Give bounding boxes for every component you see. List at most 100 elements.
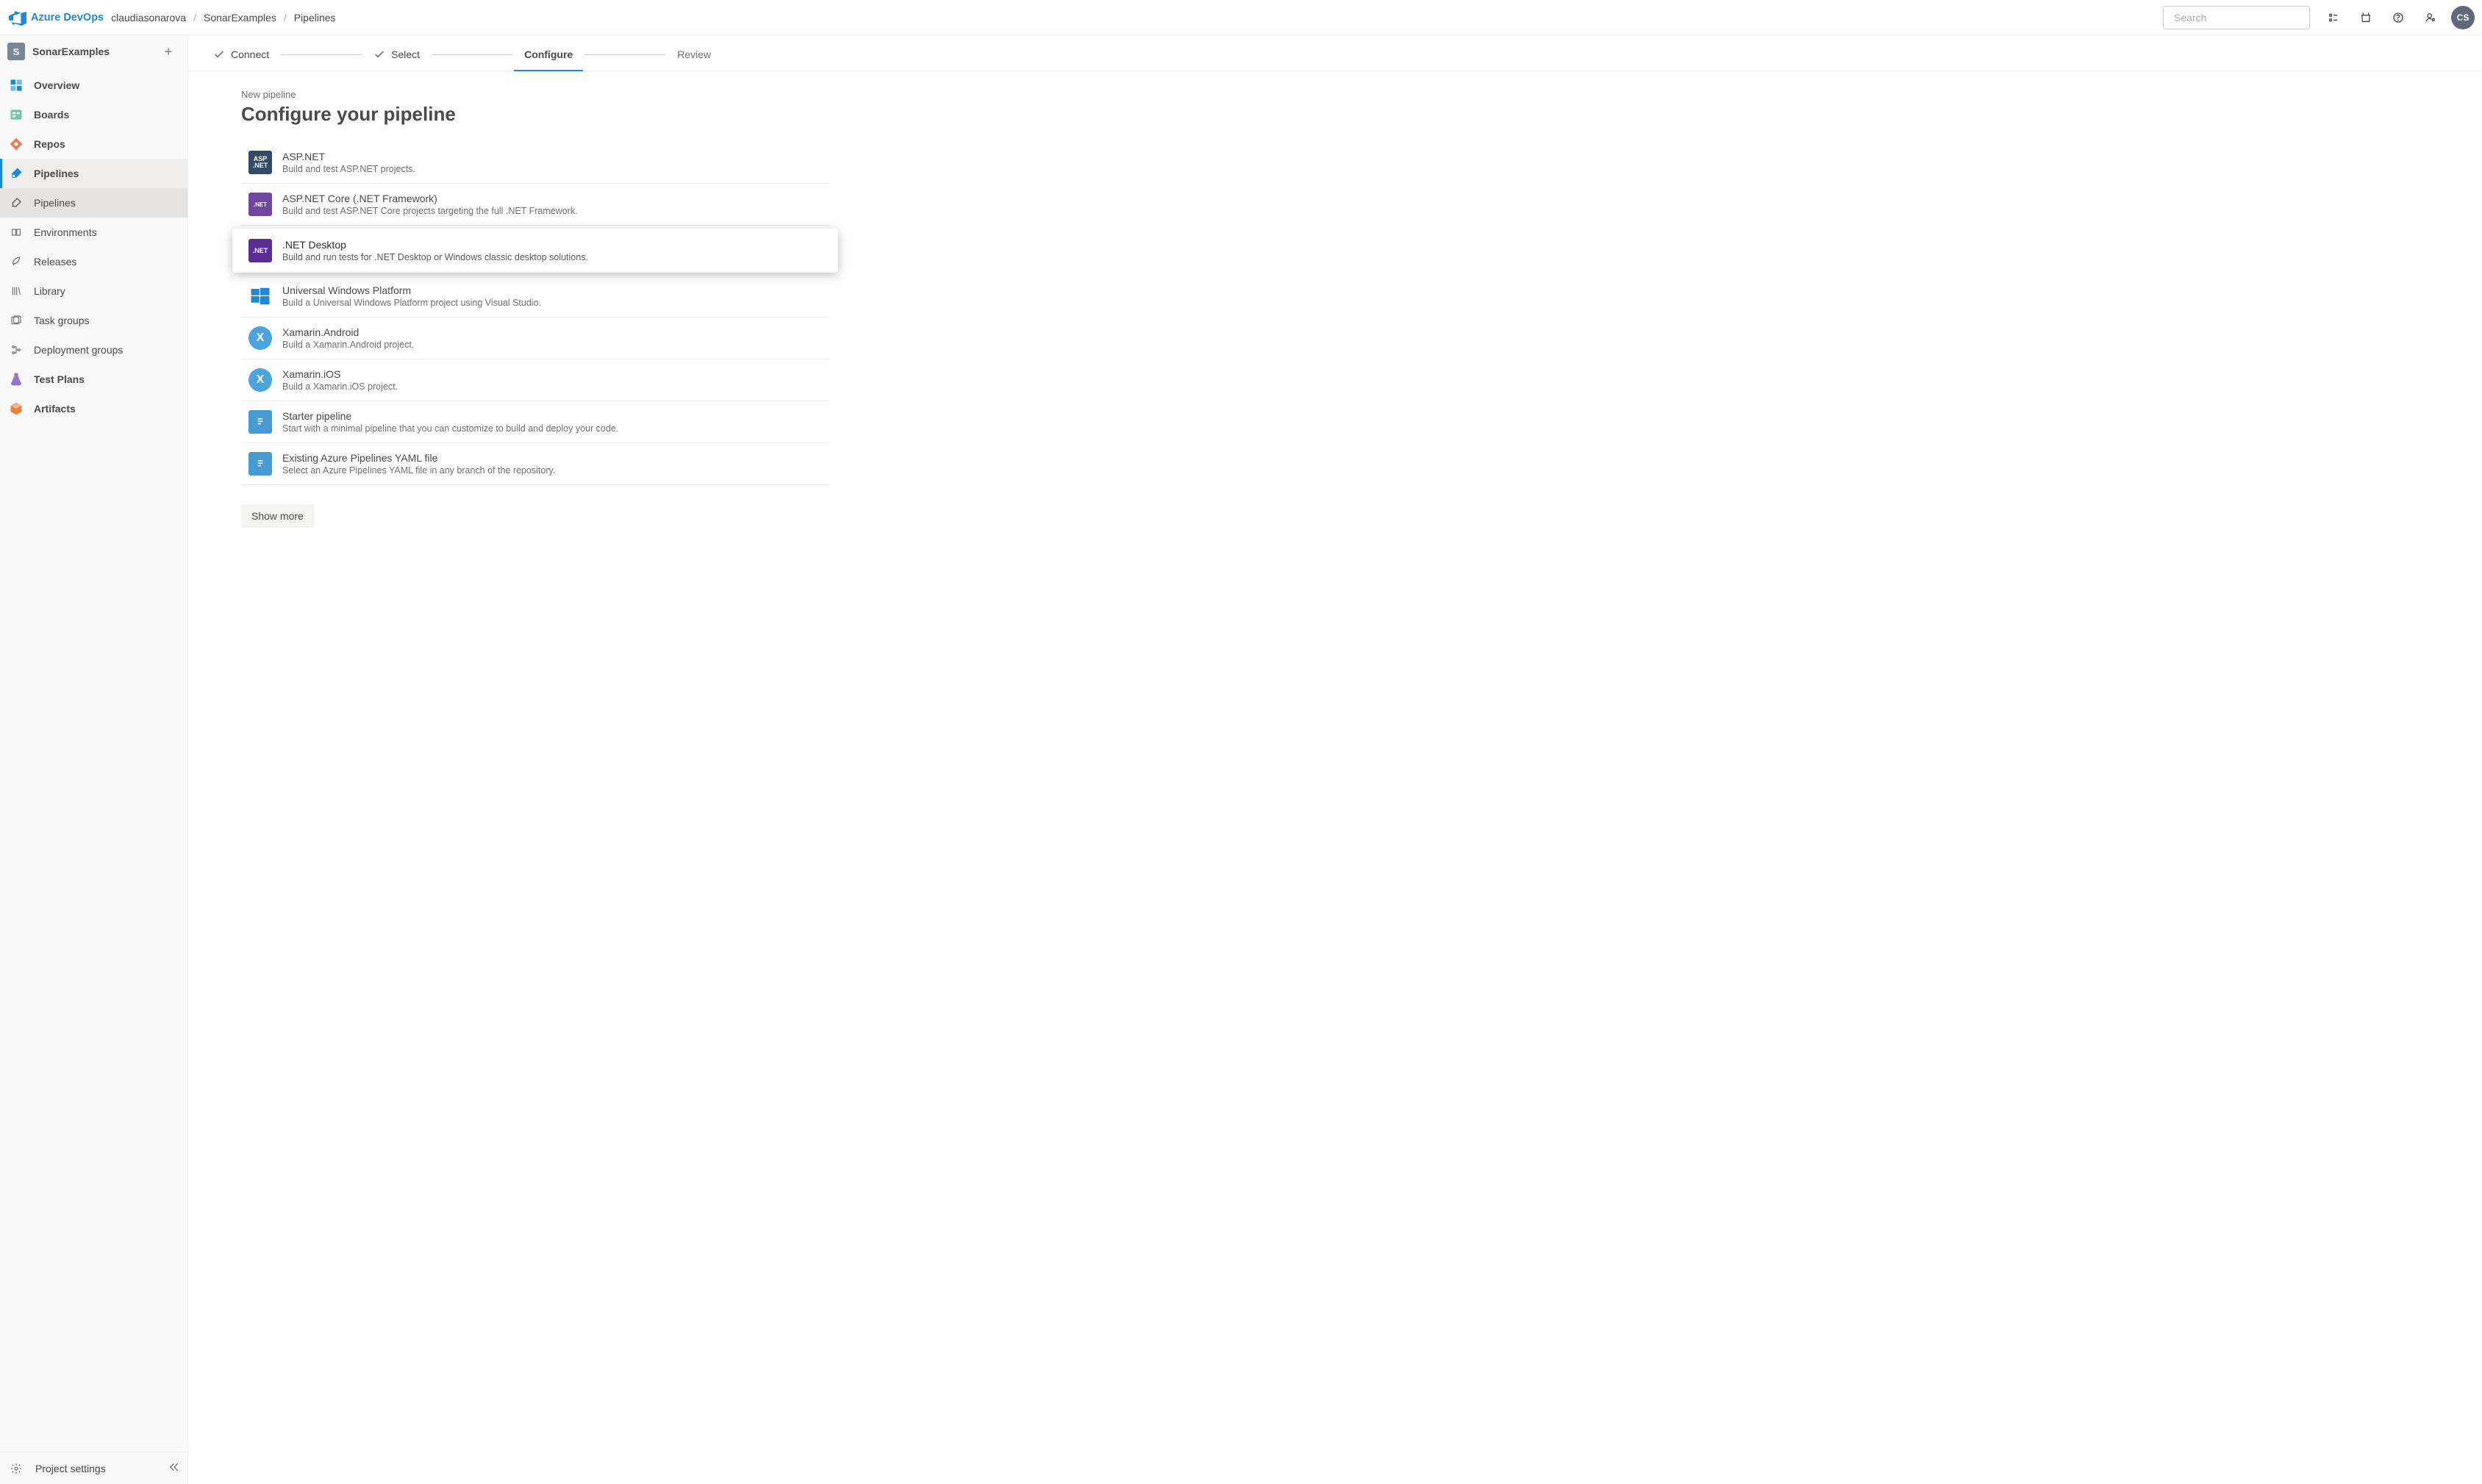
page-title: Configure your pipeline <box>241 103 2429 126</box>
deployment-groups-icon <box>7 341 25 359</box>
sidebar-item-label: Environments <box>34 226 97 238</box>
sidebar-footer: Project settings <box>0 1452 187 1484</box>
template-title: Xamarin.iOS <box>282 368 398 380</box>
avatar[interactable]: CS <box>2451 6 2475 29</box>
wizard-step-label: Configure <box>524 49 573 60</box>
template-aspnet[interactable]: ASP.NET ASP.NET Build and test ASP.NET p… <box>241 142 829 184</box>
wizard-step-connect[interactable]: Connect <box>203 41 279 71</box>
sidebar-subitem-pipelines[interactable]: Pipelines <box>0 188 187 218</box>
work-items-icon[interactable] <box>2319 3 2348 32</box>
xamarin-icon: X <box>248 326 272 350</box>
breadcrumb-project[interactable]: SonarExamples <box>204 12 276 24</box>
wizard-separator <box>281 54 362 55</box>
sidebar-item-label: Test Plans <box>34 373 85 385</box>
overview-icon <box>7 76 25 94</box>
template-desc: Build a Universal Windows Platform proje… <box>282 298 541 308</box>
template-title: ASP.NET <box>282 151 415 162</box>
template-uwp[interactable]: Universal Windows Platform Build a Unive… <box>241 276 829 318</box>
page-overline: New pipeline <box>241 89 2429 100</box>
sidebar-item-test-plans[interactable]: Test Plans <box>0 365 187 394</box>
sidebar-subitem-deployment-groups[interactable]: Deployment groups <box>0 335 187 365</box>
content: New pipeline Configure your pipeline ASP… <box>188 71 2482 545</box>
yaml-pipeline-icon <box>248 452 272 476</box>
check-icon <box>373 49 385 60</box>
repos-icon <box>7 135 25 153</box>
sidebar-subitem-environments[interactable]: Environments <box>0 218 187 247</box>
sidebar-item-overview[interactable]: Overview <box>0 71 187 100</box>
template-title: ASP.NET Core (.NET Framework) <box>282 193 578 204</box>
template-desc: Start with a minimal pipeline that you c… <box>282 423 618 434</box>
template-desc: Select an Azure Pipelines YAML file in a… <box>282 465 555 476</box>
sidebar: S SonarExamples Overview Boards Repos Pi… <box>0 35 188 1484</box>
show-more-button[interactable]: Show more <box>241 504 314 528</box>
pipelines-subnav: Pipelines Environments Releases Library … <box>0 188 187 365</box>
environments-icon <box>7 223 25 241</box>
sidebar-item-label: Library <box>34 285 65 297</box>
help-icon[interactable] <box>2383 3 2413 32</box>
wizard-step-label: Review <box>677 49 711 60</box>
project-name: SonarExamples <box>32 46 160 57</box>
template-aspnet-core[interactable]: .NET ASP.NET Core (.NET Framework) Build… <box>241 184 829 226</box>
template-net-desktop[interactable]: .NET .NET Desktop Build and run tests fo… <box>232 229 838 273</box>
pipelines-sub-icon <box>7 194 25 212</box>
sidebar-subitem-task-groups[interactable]: Task groups <box>0 306 187 335</box>
releases-icon <box>7 253 25 270</box>
wizard-separator <box>584 54 665 55</box>
search-box[interactable] <box>2163 6 2310 29</box>
wizard: Connect Select Configure Review <box>188 35 2482 71</box>
breadcrumb-separator-icon: / <box>193 12 196 24</box>
breadcrumb-section[interactable]: Pipelines <box>294 12 336 24</box>
template-existing-yaml[interactable]: Existing Azure Pipelines YAML file Selec… <box>241 443 829 485</box>
topbar: Azure DevOps claudiasonarova / SonarExam… <box>0 0 2482 35</box>
sidebar-item-label: Deployment groups <box>34 344 123 356</box>
template-desc: Build a Xamarin.Android project. <box>282 340 414 350</box>
new-item-button[interactable] <box>160 43 177 60</box>
uwp-icon <box>248 284 272 308</box>
sidebar-item-repos[interactable]: Repos <box>0 129 187 159</box>
net-desktop-icon: .NET <box>248 239 272 262</box>
template-starter[interactable]: Starter pipeline Start with a minimal pi… <box>241 401 829 443</box>
yaml-pipeline-icon <box>248 410 272 434</box>
sidebar-subitem-releases[interactable]: Releases <box>0 247 187 276</box>
project-header[interactable]: S SonarExamples <box>0 35 187 68</box>
template-title: Existing Azure Pipelines YAML file <box>282 452 555 464</box>
sidebar-item-pipelines[interactable]: Pipelines <box>0 159 187 188</box>
wizard-step-review[interactable]: Review <box>667 41 721 71</box>
task-groups-icon <box>7 312 25 329</box>
sidebar-item-boards[interactable]: Boards <box>0 100 187 129</box>
gear-icon[interactable] <box>7 1463 25 1474</box>
pipelines-icon <box>7 165 25 182</box>
breadcrumb: claudiasonarova / SonarExamples / Pipeli… <box>111 12 335 24</box>
template-title: Universal Windows Platform <box>282 284 541 296</box>
marketplace-icon[interactable] <box>2351 3 2381 32</box>
aspnet-icon: ASP.NET <box>248 151 272 174</box>
test-plans-icon <box>7 370 25 388</box>
search-input[interactable] <box>2174 12 2307 24</box>
azure-devops-logo-icon <box>9 9 26 26</box>
template-xamarin-android[interactable]: X Xamarin.Android Build a Xamarin.Androi… <box>241 318 829 359</box>
wizard-step-select[interactable]: Select <box>363 41 430 71</box>
sidebar-item-label: Repos <box>34 138 65 150</box>
user-settings-icon[interactable] <box>2416 3 2445 32</box>
wizard-step-label: Connect <box>231 49 269 60</box>
breadcrumb-org[interactable]: claudiasonarova <box>111 12 186 24</box>
template-xamarin-ios[interactable]: X Xamarin.iOS Build a Xamarin.iOS projec… <box>241 359 829 401</box>
sidebar-item-label: Artifacts <box>34 403 76 415</box>
sidebar-subitem-library[interactable]: Library <box>0 276 187 306</box>
template-desc: Build and test ASP.NET Core projects tar… <box>282 206 578 216</box>
collapse-sidebar-icon[interactable] <box>168 1461 180 1475</box>
sidebar-item-artifacts[interactable]: Artifacts <box>0 394 187 423</box>
template-title: Starter pipeline <box>282 410 618 422</box>
xamarin-icon: X <box>248 368 272 392</box>
wizard-step-label: Select <box>391 49 420 60</box>
artifacts-icon <box>7 400 25 417</box>
check-icon <box>213 49 225 60</box>
brand[interactable]: Azure DevOps <box>31 12 104 24</box>
breadcrumb-separator-icon: / <box>284 12 287 24</box>
sidebar-item-label: Boards <box>34 109 69 121</box>
wizard-step-configure[interactable]: Configure <box>514 41 583 71</box>
project-badge: S <box>7 43 25 60</box>
template-desc: Build and run tests for .NET Desktop or … <box>282 252 588 262</box>
sidebar-nav: Overview Boards Repos Pipelines Pipeline… <box>0 68 187 426</box>
project-settings-link[interactable]: Project settings <box>35 1463 168 1474</box>
